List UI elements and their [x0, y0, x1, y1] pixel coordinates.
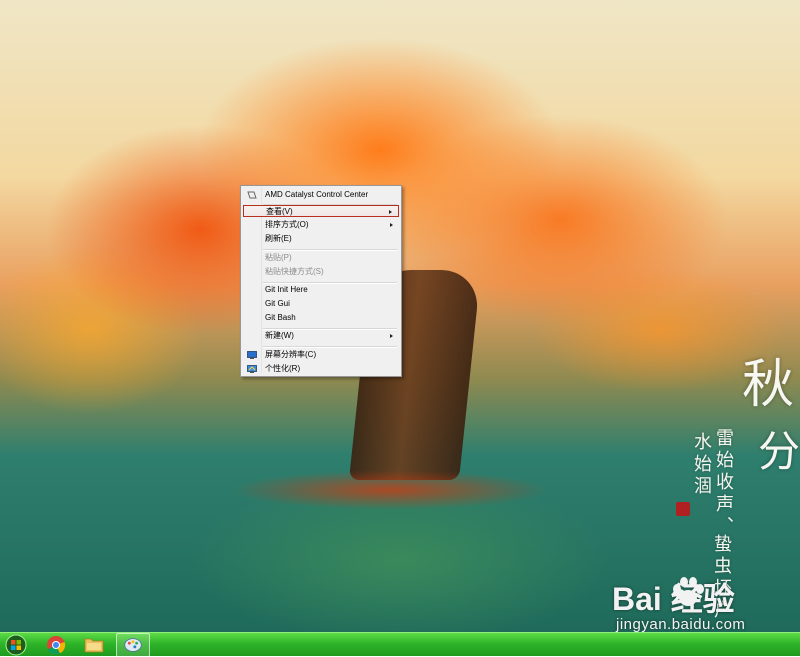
menu-item-label: 粘贴快捷方式(S)	[265, 267, 324, 276]
desktop-context-menu: AMD Catalyst Control Center 查看(V) 排序方式(O…	[240, 185, 402, 377]
menu-item-label: 粘贴(P)	[265, 253, 292, 262]
menu-item-new[interactable]: 新建(W)	[243, 330, 399, 342]
menu-item-label: 个性化(R)	[265, 364, 301, 373]
menu-item-refresh[interactable]: 刷新(E)	[243, 233, 399, 245]
baidu-paw-icon	[673, 577, 704, 606]
menu-item-label: 查看(V)	[266, 207, 293, 216]
menu-item-paste[interactable]: 粘贴(P)	[243, 252, 399, 264]
desktop[interactable]: 秋 分 雷始收声、 水始涸 蛰虫坯户 Bai 经验 jingyan.baidu.…	[0, 0, 800, 632]
menu-item-sort-by[interactable]: 排序方式(O)	[243, 219, 399, 231]
windows-start-icon[interactable]	[2, 633, 30, 657]
menu-separator	[263, 346, 397, 348]
menu-separator	[263, 249, 397, 251]
wallpaper-title-char-2: 分	[758, 427, 800, 476]
menu-item-paste-shortcut[interactable]: 粘贴快捷方式(S)	[243, 266, 399, 278]
wallpaper-poem-column: 水始涸	[691, 432, 712, 498]
menu-item-amd-catalyst[interactable]: AMD Catalyst Control Center	[243, 189, 399, 201]
menu-item-personalize[interactable]: 个性化(R)	[243, 363, 399, 375]
menu-item-label: Git Init Here	[265, 285, 308, 294]
paint-icon[interactable]	[116, 633, 150, 657]
submenu-arrow-icon	[389, 210, 392, 214]
submenu-arrow-icon	[390, 223, 393, 227]
menu-item-label: AMD Catalyst Control Center	[265, 190, 369, 199]
menu-item-git-gui[interactable]: Git Gui	[243, 298, 399, 310]
menu-item-git-init-here[interactable]: Git Init Here	[243, 284, 399, 296]
submenu-arrow-icon	[390, 334, 393, 338]
menu-item-label: 排序方式(O)	[265, 220, 309, 229]
folder-icon[interactable]	[78, 633, 110, 657]
menu-item-git-bash[interactable]: Git Bash	[243, 312, 399, 324]
amd-icon	[247, 191, 257, 199]
personalize-icon	[247, 365, 257, 373]
monitor-icon	[247, 351, 257, 359]
wallpaper-seal-stamp	[676, 502, 690, 516]
menu-item-label: 屏幕分辨率(C)	[265, 350, 317, 359]
wallpaper-fallen-leaves	[230, 470, 550, 510]
menu-item-screen-resolution[interactable]: 屏幕分辨率(C)	[243, 349, 399, 361]
chrome-icon[interactable]	[40, 633, 72, 657]
watermark-url: jingyan.baidu.com	[616, 616, 746, 632]
menu-item-view[interactable]: 查看(V)	[243, 205, 399, 217]
menu-item-label: 新建(W)	[265, 331, 294, 340]
menu-item-label: Git Bash	[265, 313, 296, 322]
menu-item-label: 刷新(E)	[265, 234, 292, 243]
menu-item-label: Git Gui	[265, 299, 290, 308]
taskbar	[0, 632, 800, 657]
wallpaper-title-char-1: 秋	[742, 355, 795, 415]
baidu-jingyan-watermark: Bai 经验 jingyan.baidu.com	[612, 574, 800, 632]
